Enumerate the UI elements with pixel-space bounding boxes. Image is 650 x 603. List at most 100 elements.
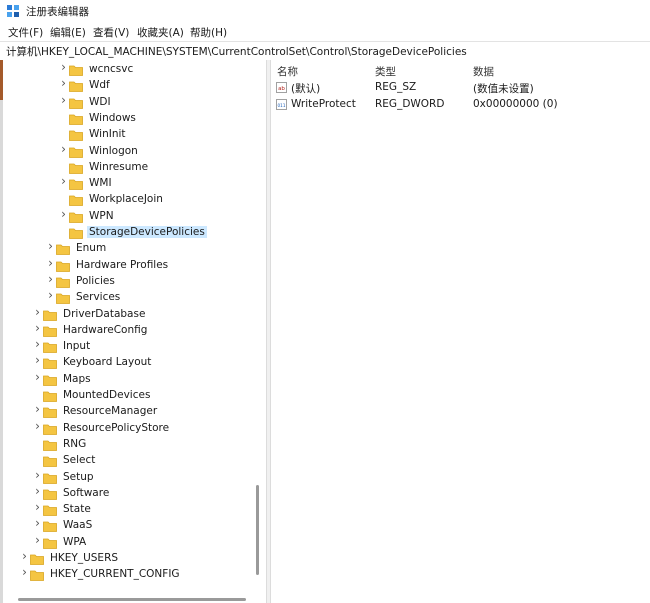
tree-item[interactable]: › Maps [3, 371, 258, 388]
tree-item[interactable]: › Services [3, 289, 258, 306]
tree-item[interactable]: › wcncsvc [3, 61, 258, 78]
chevron-right-icon[interactable]: › [46, 257, 55, 269]
tree-item-label: Select [63, 454, 96, 467]
folder-icon [69, 163, 83, 174]
menu-favorites[interactable]: 收藏夹(A) [137, 25, 184, 40]
folder-icon [56, 261, 70, 272]
key-tree[interactable]: › wcncsvc › Wdf › WDI Windows WinInit › Winlogon W… [3, 60, 266, 603]
tree-item[interactable]: › Hardware Profiles [3, 257, 258, 274]
tree-item-label: WPN [89, 209, 114, 222]
menu-help[interactable]: 帮助(H) [190, 25, 227, 40]
tree-item-label: WinInit [89, 128, 126, 141]
tree-item[interactable]: › ResourcePolicyStore [3, 420, 258, 437]
chevron-right-icon[interactable]: › [59, 143, 68, 155]
tree-item[interactable]: › HKEY_CURRENT_CONFIG [3, 566, 258, 583]
tree-item-label: ResourceManager [63, 405, 158, 418]
address-bar[interactable]: 计算机\HKEY_LOCAL_MACHINE\SYSTEM\CurrentCon… [0, 41, 650, 61]
menu-view[interactable]: 查看(V) [93, 25, 129, 40]
tree-item-label: WPA [63, 535, 87, 548]
folder-icon [69, 130, 83, 142]
tree-item[interactable]: › WaaS [3, 517, 258, 534]
tree-item[interactable]: WorkplaceJoin [3, 192, 258, 208]
menu-edit[interactable]: 编辑(E) [50, 25, 86, 40]
chevron-right-icon[interactable]: › [59, 77, 68, 89]
values-list[interactable]: 名称 类型 数据 ab (默认) REG_SZ (数值未设置) 011 WriteProt… [271, 60, 650, 603]
tree-item[interactable]: › Wdf [3, 77, 258, 94]
svg-text:011: 011 [278, 103, 286, 108]
chevron-right-icon[interactable]: › [46, 273, 55, 285]
value-row[interactable]: 011 WriteProtect REG_DWORD 0x00000000 (0) [271, 97, 650, 113]
folder-icon [43, 342, 57, 353]
chevron-right-icon[interactable]: › [59, 61, 68, 73]
tree-horizontal-scrollbar[interactable] [18, 598, 246, 601]
chevron-right-icon[interactable]: › [33, 306, 42, 318]
tree-item-label: StorageDevicePolicies [87, 226, 207, 238]
tree-item[interactable]: Select [3, 453, 258, 469]
chevron-right-icon[interactable]: › [46, 240, 55, 252]
tree-item[interactable]: › Winlogon [3, 143, 258, 160]
tree-item-label: ResourcePolicyStore [63, 421, 170, 434]
folder-icon [69, 98, 83, 109]
folder-icon [43, 391, 57, 402]
chevron-right-icon[interactable]: › [59, 208, 68, 220]
folder-icon [69, 65, 83, 76]
tree-item[interactable]: › DriverDatabase [3, 306, 258, 323]
tree-item[interactable]: › WPA [3, 534, 258, 551]
column-header-name[interactable]: 名称 [277, 64, 298, 79]
tree-item[interactable]: MountedDevices [3, 388, 258, 404]
tree-item[interactable]: › Keyboard Layout [3, 354, 258, 371]
folder-icon [56, 277, 70, 288]
tree-item-label: Services [76, 291, 121, 304]
chevron-right-icon[interactable]: › [33, 517, 42, 529]
folder-icon [43, 440, 57, 451]
chevron-right-icon[interactable]: › [33, 469, 42, 481]
tree-item-label: MountedDevices [63, 389, 151, 401]
tree-item[interactable]: › Enum [3, 240, 258, 257]
chevron-right-icon[interactable]: › [33, 403, 42, 415]
tree-item[interactable]: › Setup [3, 469, 258, 486]
folder-icon [69, 147, 83, 158]
chevron-right-icon[interactable]: › [46, 289, 55, 301]
column-header-data[interactable]: 数据 [473, 64, 494, 79]
tree-item[interactable]: › Policies [3, 273, 258, 290]
chevron-right-icon[interactable]: › [33, 338, 42, 350]
folder-icon [43, 456, 57, 468]
chevron-right-icon[interactable]: › [33, 501, 42, 513]
folder-icon [43, 538, 57, 549]
chevron-right-icon[interactable]: › [33, 485, 42, 497]
chevron-right-icon[interactable]: › [33, 534, 42, 546]
value-data: (数值未设置) [473, 83, 534, 95]
folder-icon [43, 358, 57, 370]
tree-item[interactable]: › State [3, 501, 258, 518]
tree-item[interactable]: › WMI [3, 175, 258, 192]
chevron-right-icon[interactable]: › [33, 371, 42, 383]
tree-item[interactable]: › WDI [3, 94, 258, 111]
string-value-icon: ab [276, 82, 287, 93]
tree-item-label: Software [63, 486, 110, 499]
chevron-right-icon[interactable]: › [33, 354, 42, 366]
tree-item[interactable]: › WPN [3, 208, 258, 225]
chevron-right-icon[interactable]: › [59, 175, 68, 187]
tree-item[interactable]: › ResourceManager [3, 403, 258, 420]
folder-icon [69, 114, 83, 125]
tree-item[interactable]: RNG [3, 437, 258, 453]
chevron-right-icon[interactable]: › [20, 550, 29, 562]
tree-item-label: Winresume [89, 160, 149, 173]
tree-item[interactable]: › Software [3, 485, 258, 502]
chevron-right-icon[interactable]: › [59, 94, 68, 106]
tree-item[interactable]: WinInit [3, 127, 258, 143]
tree-item[interactable]: › Input [3, 338, 258, 355]
tree-item[interactable]: › HardwareConfig [3, 322, 258, 339]
value-row[interactable]: ab (默认) REG_SZ (数值未设置) [271, 80, 650, 96]
tree-item[interactable]: StorageDevicePolicies [3, 225, 258, 241]
tree-item[interactable]: › HKEY_USERS [3, 550, 258, 567]
address-path[interactable]: 计算机\HKEY_LOCAL_MACHINE\SYSTEM\CurrentCon… [6, 44, 467, 59]
chevron-right-icon[interactable]: › [20, 566, 29, 578]
chevron-right-icon[interactable]: › [33, 420, 42, 432]
chevron-right-icon[interactable]: › [33, 322, 42, 334]
tree-item[interactable]: Winresume [3, 160, 258, 176]
tree-vertical-scrollbar[interactable] [256, 485, 259, 575]
column-header-type[interactable]: 类型 [375, 64, 396, 79]
menu-file[interactable]: 文件(F) [8, 25, 43, 40]
tree-item[interactable]: Windows [3, 111, 258, 127]
